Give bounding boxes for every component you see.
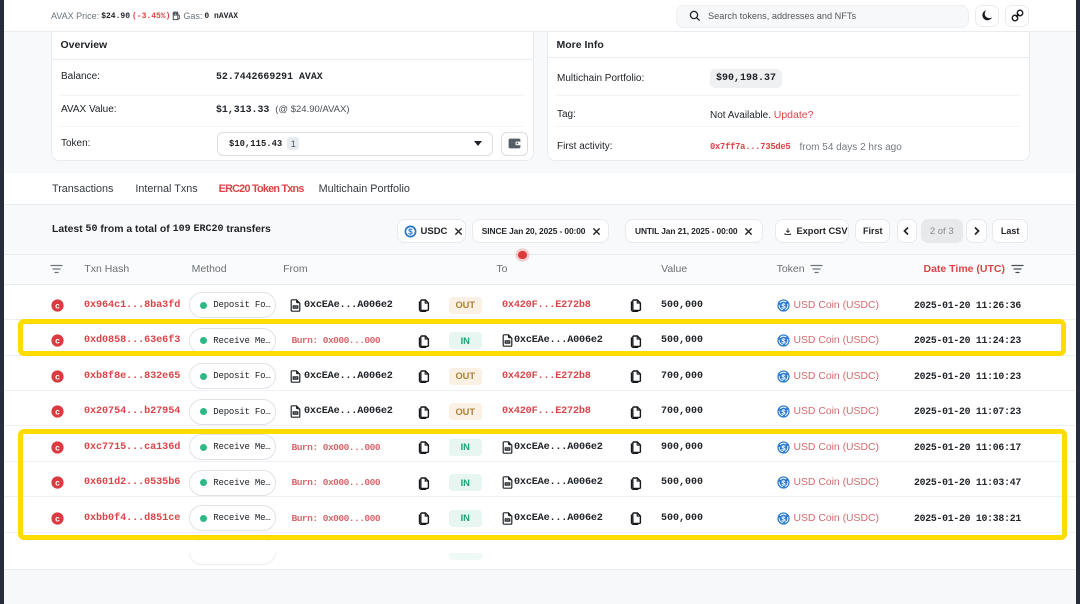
svg-text:c: c (54, 408, 59, 418)
svg-text:c: c (54, 301, 59, 311)
svg-text:<>: <> (294, 305, 298, 309)
svg-text:c: c (54, 372, 59, 382)
svg-text:$: $ (408, 226, 413, 236)
svg-text:<>: <> (294, 411, 298, 415)
svg-text:<>: <> (294, 376, 298, 380)
